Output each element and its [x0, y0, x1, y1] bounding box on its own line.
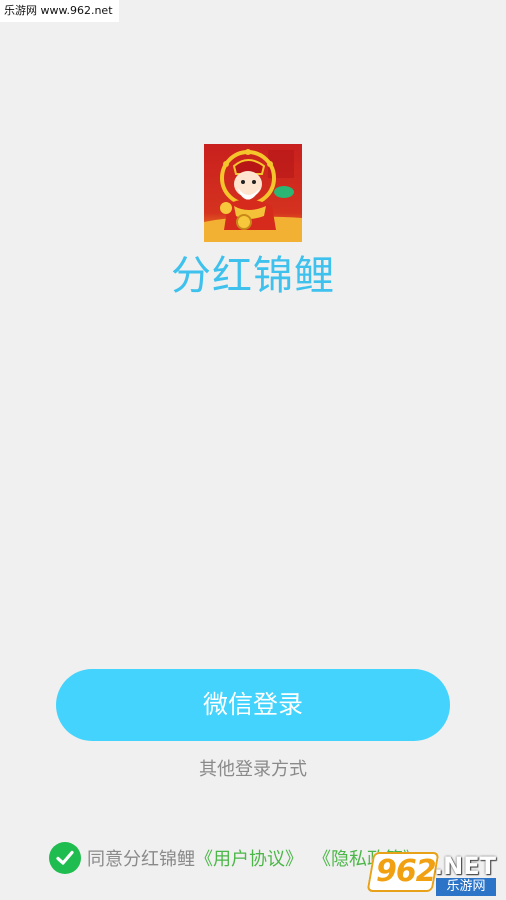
checkmark-icon — [56, 850, 74, 865]
user-agreement-link[interactable]: 《用户协议》 — [195, 845, 303, 871]
watermark-bottom: 962 .NET 乐游网 — [366, 852, 498, 896]
other-login-methods-link[interactable]: 其他登录方式 — [0, 757, 506, 783]
agreement-prefix: 同意分红锦鲤 — [87, 849, 195, 870]
agree-checkbox-icon[interactable] — [49, 842, 81, 874]
watermark-suffix: .NET — [434, 852, 496, 880]
app-logo-icon — [204, 144, 302, 242]
watermark-top: 乐游网 www.962.net — [0, 0, 119, 22]
watermark-site-name: 乐游网 — [436, 878, 496, 896]
watermark-number: 962 — [376, 854, 437, 889]
wechat-login-button[interactable]: 微信登录 — [56, 669, 450, 741]
agreement-row: 同意分红锦鲤 《用户协议》 《隐私政策》 — [49, 841, 421, 875]
app-name: 分红锦鲤 — [171, 253, 335, 299]
